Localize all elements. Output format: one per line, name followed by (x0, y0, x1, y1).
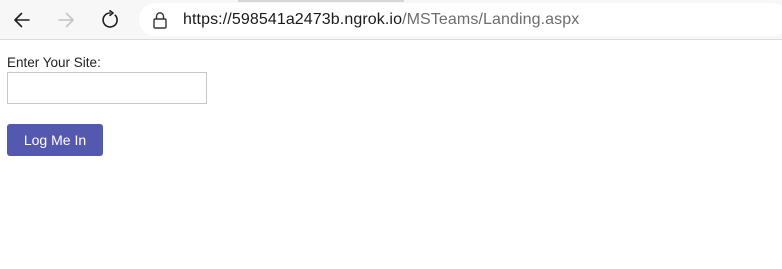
refresh-button[interactable] (94, 4, 126, 36)
arrow-left-icon (14, 12, 30, 28)
arrow-right-icon (58, 12, 74, 28)
url-text[interactable]: https://598541a2473b.ngrok.io/MSTeams/La… (183, 11, 579, 29)
refresh-icon (102, 10, 118, 28)
url-host: https://598541a2473b.ngrok.io (183, 11, 403, 28)
log-me-in-button[interactable]: Log Me In (7, 124, 103, 156)
lock-icon (153, 12, 167, 29)
tab-strip-hint (238, 0, 404, 2)
address-bar[interactable]: https://598541a2473b.ngrok.io/MSTeams/La… (139, 3, 782, 36)
site-input[interactable] (7, 72, 207, 104)
url-path: /MSTeams/Landing.aspx (402, 11, 580, 28)
forward-button[interactable] (50, 4, 82, 36)
back-button[interactable] (6, 4, 38, 36)
browser-toolbar: https://598541a2473b.ngrok.io/MSTeams/La… (0, 0, 782, 40)
site-label: Enter Your Site: (7, 55, 101, 70)
